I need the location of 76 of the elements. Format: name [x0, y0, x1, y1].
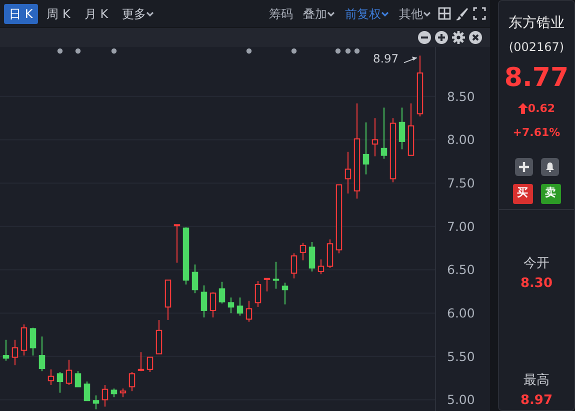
marker-dot-icon[interactable] — [345, 48, 351, 54]
toolbar-button[interactable]: 筹码 — [266, 4, 296, 22]
settings-icon[interactable] — [452, 31, 465, 44]
price-change: 0.62 — [528, 100, 556, 117]
candlestick — [200, 284, 208, 318]
marker-dot-icon[interactable] — [75, 48, 81, 54]
candlestick — [48, 368, 54, 386]
high-price-label: 8.97 — [373, 52, 399, 66]
axis-tick-label: 6.00 — [447, 306, 475, 321]
buy-button[interactable]: 买 — [512, 184, 532, 204]
candlestick — [74, 370, 82, 388]
percent-change: +7.61% — [512, 125, 560, 142]
axis-tick-label: 7.50 — [447, 176, 475, 191]
candlestick — [120, 388, 126, 398]
add-button[interactable] — [514, 158, 532, 176]
axis-tick-label: 5.00 — [447, 392, 475, 408]
candlestick — [362, 122, 370, 175]
dropdown-button[interactable]: 叠加 — [300, 4, 338, 22]
up-arrow-icon — [518, 103, 528, 114]
candlestick — [84, 381, 90, 402]
candlestick — [282, 282, 288, 305]
candlestick — [192, 264, 198, 294]
candlestick — [308, 242, 316, 272]
candlestick — [92, 394, 100, 410]
candlestick — [236, 296, 244, 316]
close-icon[interactable] — [469, 31, 482, 44]
candlestick — [2, 339, 10, 362]
dropdown-button[interactable]: 其他 — [396, 4, 434, 22]
stock-name: 东方锆业 — [508, 14, 564, 33]
axis-tick-label: 6.50 — [447, 262, 475, 278]
candlestick — [398, 107, 406, 150]
sell-button[interactable]: 卖 — [540, 184, 560, 204]
candlestick — [272, 261, 280, 290]
axis-tick-label: 8.50 — [447, 88, 475, 104]
stock-code: (002167) — [508, 39, 564, 56]
period-tab[interactable]: 更多 — [117, 4, 160, 24]
period-tab[interactable]: 周 K — [42, 4, 76, 24]
marker-dot-icon[interactable] — [335, 48, 341, 54]
marker-dot-icon[interactable] — [57, 48, 63, 54]
bell-icon — [544, 162, 554, 172]
marker-dot-icon[interactable] — [291, 48, 297, 54]
candlestick — [264, 278, 270, 292]
zoom-out-icon[interactable] — [418, 31, 431, 44]
stat-label: 最高 — [523, 372, 550, 390]
axis-tick-label: 7.00 — [447, 218, 475, 234]
fullscreen-icon[interactable] — [473, 7, 486, 20]
marker-dot-icon[interactable] — [246, 48, 252, 54]
stat-value: 8.97 — [520, 392, 553, 410]
candlestick — [30, 327, 36, 356]
period-tab[interactable]: 月 K — [79, 4, 114, 24]
candlestick — [254, 280, 262, 308]
candlestick — [380, 107, 388, 160]
candlestick — [38, 336, 46, 372]
grid-icon[interactable] — [438, 7, 451, 20]
brush-icon[interactable] — [455, 6, 469, 20]
dropdown-button[interactable]: 前复权 — [342, 4, 392, 22]
stat-label: 今开 — [523, 255, 550, 273]
candlestick — [218, 281, 226, 304]
current-price: 8.77 — [504, 64, 569, 93]
stat-value: 8.30 — [520, 274, 553, 292]
candlestick — [66, 359, 72, 386]
candlestick — [300, 242, 306, 261]
candlestick — [110, 388, 118, 398]
candlestick — [128, 372, 136, 392]
candlestick — [228, 296, 234, 314]
annotation-arrow — [404, 56, 418, 64]
plus-icon — [518, 162, 528, 172]
zoom-in-icon[interactable] — [435, 31, 448, 44]
axis-tick-label: 8.00 — [447, 132, 475, 148]
candlestick — [56, 372, 64, 394]
alert-button[interactable] — [540, 158, 558, 176]
marker-dot-icon[interactable] — [111, 48, 117, 54]
candlestick — [182, 226, 190, 285]
marker-dot-icon[interactable] — [354, 48, 360, 54]
period-tab[interactable]: 日 K — [4, 4, 38, 24]
axis-tick-label: 5.50 — [447, 348, 475, 364]
